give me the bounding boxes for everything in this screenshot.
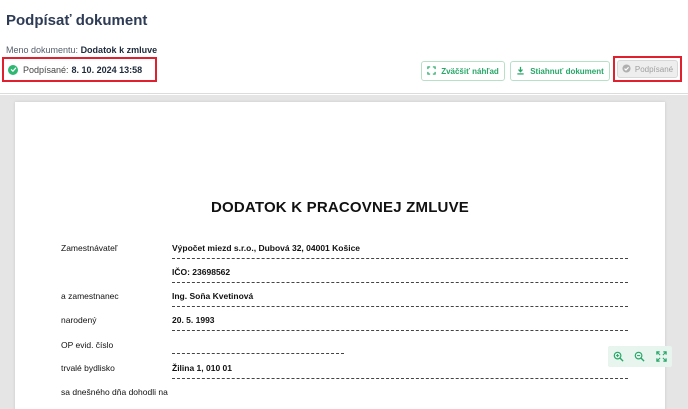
expand-icon — [427, 65, 436, 77]
enlarge-preview-button[interactable]: Zväčšiť náhľad — [421, 61, 505, 81]
page-header: Podpísať dokument Meno dokumentu: Dodato… — [0, 0, 688, 94]
row-value: Žilina 1, 010 01 — [172, 363, 233, 373]
row-value: Ing. Soňa Kvetinová — [172, 291, 254, 301]
document-viewer[interactable]: DODATOK K PRACOVNEJ ZMLUVE Zamestnávateľ… — [0, 95, 688, 409]
signed-label: Podpísané: — [23, 64, 69, 75]
document-name-label: Meno dokumentu: — [6, 45, 79, 55]
row-label: OP evid. číslo — [61, 340, 114, 350]
row-value: 20. 5. 1993 — [172, 315, 215, 325]
document-title: DODATOK K PRACOVNEJ ZMLUVE — [211, 199, 469, 216]
row-label: sa dnešného dňa dohodli na — [61, 387, 168, 397]
row-label: Zamestnávateľ — [61, 243, 118, 253]
download-icon — [516, 66, 525, 77]
row-value: Výpočet miezd s.r.o., Dubová 32, 04001 K… — [172, 243, 361, 253]
row-label: trvalé bydlisko — [61, 363, 115, 373]
dotted-line — [172, 282, 628, 283]
row-label: narodený — [61, 315, 97, 325]
dotted-line — [172, 353, 344, 354]
fullscreen-icon[interactable] — [656, 351, 667, 362]
check-circle-icon — [622, 63, 631, 75]
document-page: DODATOK K PRACOVNEJ ZMLUVE Zamestnávateľ… — [15, 102, 665, 409]
dotted-line — [172, 378, 628, 379]
dotted-line — [172, 306, 628, 307]
download-document-button[interactable]: Stiahnuť dokument — [510, 61, 610, 81]
dotted-line — [172, 258, 628, 259]
document-name-line: Meno dokumentu: Dodatok k zmluve — [6, 45, 157, 55]
document-name-value: Dodatok k zmluve — [80, 45, 158, 55]
zoom-toolbar — [608, 346, 672, 367]
row-label: a zamestnanec — [61, 291, 119, 301]
signed-button[interactable]: Podpísané — [617, 60, 678, 78]
page-title: Podpísať dokument — [6, 12, 148, 29]
check-circle-icon — [8, 64, 18, 75]
signed-button-label: Podpísané — [634, 64, 674, 74]
signed-status: Podpísané: 8. 10. 2024 13:58 — [2, 57, 157, 82]
row-value: IČO: 23698562 — [172, 267, 231, 277]
zoom-out-icon[interactable] — [634, 351, 646, 362]
dotted-line — [172, 330, 628, 331]
enlarge-preview-label: Zväčšiť náhľad — [441, 66, 499, 76]
zoom-in-icon[interactable] — [613, 351, 624, 362]
download-document-label: Stiahnuť dokument — [530, 66, 604, 76]
signed-datetime: 8. 10. 2024 13:58 — [71, 64, 143, 75]
